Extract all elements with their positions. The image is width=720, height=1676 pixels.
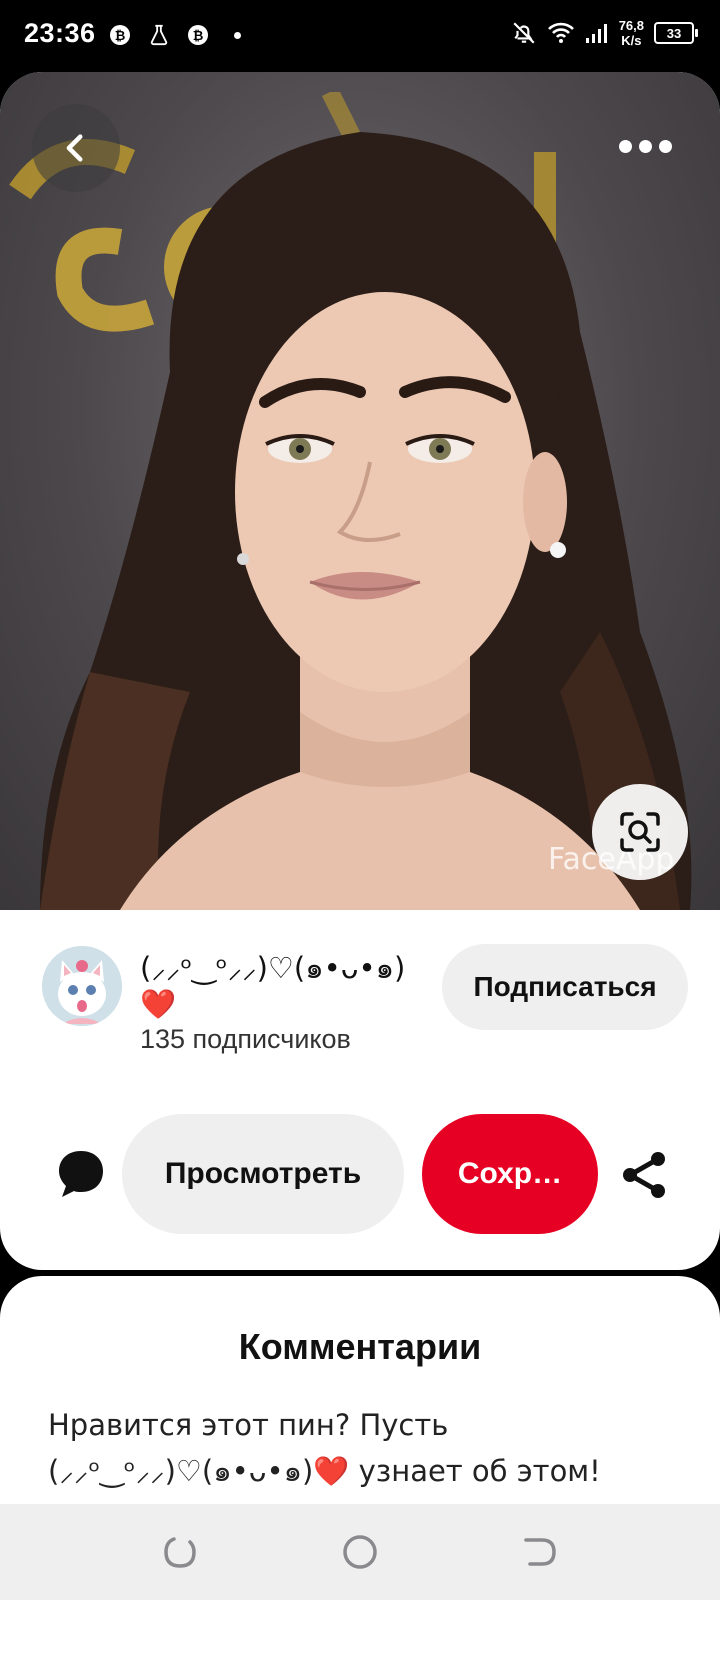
home-button[interactable] — [340, 1532, 380, 1572]
more-options-button[interactable] — [610, 124, 680, 168]
visual-search-button[interactable] — [592, 784, 688, 880]
pin-image[interactable]: FaceApp — [0, 72, 720, 910]
more-dot — [658, 139, 672, 153]
network-speed: 76,8 K/s — [619, 18, 644, 48]
creator-row: (⸝⸝ᵒ‿ᵒ⸝⸝)♡(๑•ᴗ•๑)❤️ 135 подписчиков Подп… — [0, 910, 720, 1060]
wifi-icon — [547, 22, 574, 43]
status-bar: 23:36 ₿ ₿ 76,8 K/s 33 — [0, 0, 720, 72]
b-coin-icon: ₿ — [188, 25, 208, 45]
comments-prompt: Нравится этот пин? Пусть (⸝⸝ᵒ‿ᵒ⸝⸝)♡(๑•ᴗ•… — [48, 1408, 601, 1488]
battery-icon: 33 — [654, 22, 698, 44]
bell-off-icon — [513, 22, 535, 44]
recent-apps-button[interactable] — [160, 1532, 200, 1572]
chevron-left-icon — [66, 134, 83, 162]
portrait-photo — [40, 132, 692, 910]
comments-title: Комментарии — [238, 1326, 482, 1367]
back-nav-button[interactable] — [520, 1532, 560, 1572]
view-button[interactable]: Просмотреть — [122, 1114, 404, 1234]
system-nav-bar — [0, 1504, 720, 1600]
more-dot — [618, 139, 632, 153]
save-button[interactable]: Сохр… — [422, 1114, 598, 1234]
flask-icon — [150, 24, 168, 46]
share-icon[interactable] — [620, 1150, 668, 1200]
avatar[interactable] — [42, 946, 122, 1026]
action-row: Просмотреть Сохр… — [0, 1112, 720, 1242]
network-speed-unit: K/s — [621, 33, 642, 48]
pin-card: FaceApp (⸝⸝ᵒ — [0, 72, 720, 1270]
back-button[interactable] — [32, 104, 120, 192]
more-dot — [638, 139, 652, 153]
network-speed-value: 76,8 — [618, 18, 644, 33]
follow-button[interactable]: Подписаться — [442, 944, 688, 1030]
status-notification-icons: ₿ ₿ — [110, 24, 241, 46]
signal-icon — [585, 24, 607, 43]
status-time: 23:36 — [24, 18, 96, 48]
comment-icon[interactable] — [56, 1148, 106, 1200]
dot-icon — [234, 31, 241, 39]
battery-level: 33 — [666, 25, 682, 41]
comments-sheet: Комментарии Нравится этот пин? Пусть (⸝⸝… — [0, 1276, 720, 1676]
follower-count: 135 подписчиков — [140, 1024, 351, 1054]
status-system-icons: 76,8 K/s 33 — [511, 18, 698, 48]
creator-name[interactable]: (⸝⸝ᵒ‿ᵒ⸝⸝)♡(๑•ᴗ•๑)❤️ — [140, 950, 410, 1022]
b-coin-icon: ₿ — [110, 25, 130, 45]
cat-avatar-image — [42, 946, 122, 1026]
visual-search-icon — [620, 812, 660, 852]
